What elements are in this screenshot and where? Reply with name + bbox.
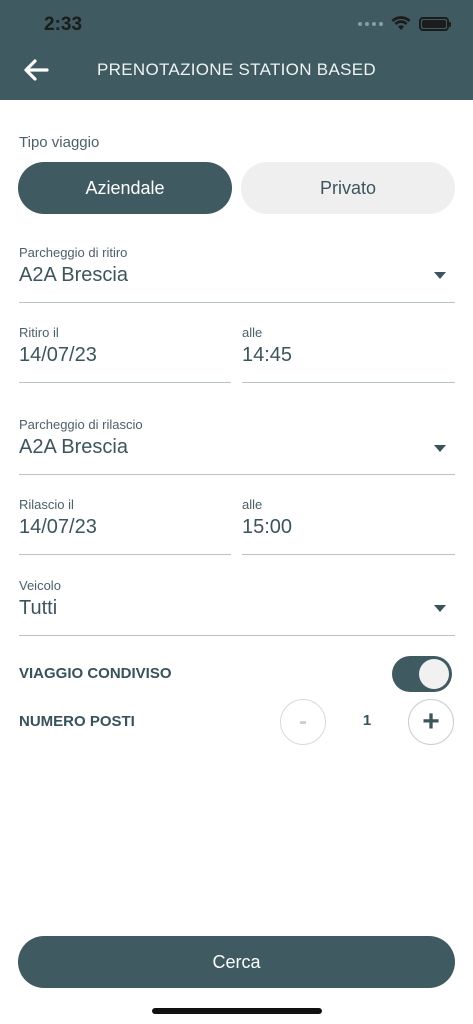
pickup-date-label: Ritiro il: [19, 325, 59, 340]
divider: [19, 474, 455, 475]
shared-trip-toggle[interactable]: [392, 656, 452, 692]
return-date-label: Rilascio il: [19, 497, 74, 512]
divider: [242, 382, 455, 383]
status-icons: [358, 16, 451, 31]
return-time-label: alle: [242, 497, 263, 512]
pickup-time-value: 14:45: [242, 344, 293, 366]
header: 2:33 PRENOTAZIONE STATION BASED: [0, 0, 473, 100]
chevron-down-icon: [434, 605, 446, 612]
trip-type-label: Tipo viaggio: [19, 134, 100, 151]
chevron-down-icon: [434, 445, 446, 452]
shared-trip-label: VIAGGIO CONDIVISO: [19, 665, 172, 682]
divider: [19, 635, 455, 636]
divider: [19, 554, 231, 555]
vehicle-value: Tutti: [19, 597, 58, 619]
divider: [242, 554, 455, 555]
seats-label: NUMERO POSTI: [19, 713, 135, 730]
return-date-value: 14/07/23: [19, 516, 97, 538]
trip-type-aziendale-button[interactable]: Aziendale: [18, 162, 232, 214]
home-indicator: [152, 1008, 322, 1014]
status-time: 2:33: [44, 14, 83, 35]
toggle-knob: [419, 659, 449, 689]
cellular-signal-icon: [358, 21, 383, 26]
seats-increment-button[interactable]: +: [408, 699, 454, 745]
vehicle-label: Veicolo: [19, 578, 61, 593]
pickup-time-label: alle: [242, 325, 263, 340]
seats-decrement-button[interactable]: -: [280, 699, 326, 745]
trip-type-privato-button[interactable]: Privato: [241, 162, 455, 214]
pickup-parking-value: A2A Brescia: [19, 264, 128, 286]
chevron-down-icon: [434, 272, 446, 279]
return-time-value: 15:00: [242, 516, 293, 538]
divider: [19, 382, 231, 383]
divider: [19, 302, 455, 303]
return-parking-label: Parcheggio di rilascio: [19, 417, 143, 432]
seats-count: 1: [362, 712, 372, 729]
wifi-icon: [391, 16, 411, 30]
return-parking-value: A2A Brescia: [19, 436, 128, 458]
pickup-date-value: 14/07/23: [19, 344, 97, 366]
battery-icon: [419, 16, 451, 31]
search-button[interactable]: Cerca: [18, 936, 455, 988]
page-title: PRENOTAZIONE STATION BASED: [97, 60, 376, 79]
pickup-parking-label: Parcheggio di ritiro: [19, 245, 128, 260]
